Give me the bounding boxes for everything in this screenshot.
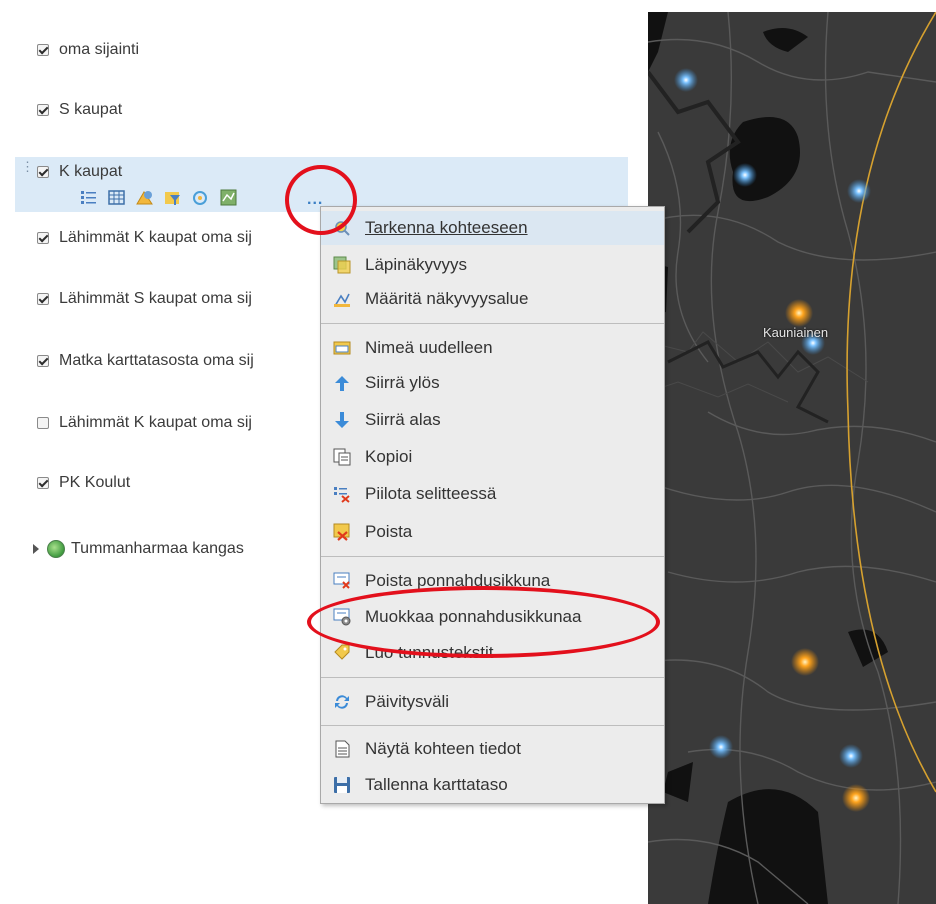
layer-item-oma-sijainti[interactable]: oma sijainti <box>37 41 139 59</box>
menu-item-visibility-range[interactable]: Määritä näkyvyysalue <box>321 282 664 316</box>
layer-visibility-checkbox[interactable] <box>37 44 49 56</box>
layer-item-pk-koulut[interactable]: PK Koulut <box>37 474 130 492</box>
menu-item-label: Päivitysväli <box>365 692 450 711</box>
menu-item-remove-popup[interactable]: Poista ponnahdusikkuna <box>321 564 664 598</box>
menu-item-label: Määritä näkyvyysalue <box>365 289 529 308</box>
table-icon[interactable] <box>108 189 125 206</box>
create-labels-icon <box>333 644 351 662</box>
arrow-up-icon <box>333 374 351 392</box>
menu-separator <box>321 323 664 324</box>
layer-visibility-checkbox[interactable] <box>37 104 49 116</box>
save-layer-icon <box>333 776 351 794</box>
map-notes-icon[interactable] <box>220 189 237 206</box>
layer-item-k-kaupat[interactable]: K kaupat <box>37 163 122 181</box>
basemap-label: Tummanharmaa kangas <box>71 540 244 557</box>
menu-item-copy[interactable]: Kopioi <box>321 440 664 474</box>
legend-icon[interactable] <box>80 189 97 206</box>
layer-item-matka-karttatasosta[interactable]: Matka karttatasosta oma sij <box>37 352 254 370</box>
menu-item-remove[interactable]: Poista <box>321 515 664 549</box>
globe-icon <box>47 540 65 558</box>
menu-item-label: Tarkenna kohteeseen <box>365 218 528 237</box>
drag-handle-icon[interactable]: ⋮ <box>21 160 34 173</box>
show-item-details-icon <box>333 740 351 758</box>
layer-label: Lähimmät K kaupat oma sij <box>59 229 252 246</box>
menu-item-label: Kopioi <box>365 447 413 466</box>
transparency-icon <box>333 256 351 274</box>
layer-visibility-checkbox[interactable] <box>37 293 49 305</box>
menu-item-label: Siirrä ylös <box>365 373 440 392</box>
menu-item-label: Läpinäkyvyys <box>365 255 468 274</box>
change-style-icon[interactable] <box>136 189 153 206</box>
layer-label: PK Koulut <box>59 474 131 491</box>
layer-visibility-checkbox[interactable] <box>37 417 49 429</box>
menu-separator <box>321 677 664 678</box>
menu-item-zoom-to[interactable]: Tarkenna kohteeseen <box>321 211 664 245</box>
menu-item-label: Poista ponnahdusikkuna <box>365 571 551 590</box>
menu-separator <box>321 725 664 726</box>
layer-item-lahimmat-s-kaupat[interactable]: Lähimmät S kaupat oma sij <box>37 290 252 308</box>
menu-item-transparency[interactable]: Läpinäkyvyys <box>321 248 664 282</box>
map-canvas <box>648 12 936 904</box>
remove-icon <box>333 523 351 541</box>
menu-item-label: Siirrä alas <box>365 410 441 429</box>
menu-item-label: Muokkaa ponnahdusikkunaa <box>365 607 582 626</box>
map-place-label: Kauniainen <box>763 325 829 340</box>
layer-item-lahimmat-k-kaupat[interactable]: Lähimmät K kaupat oma sij <box>37 229 252 247</box>
menu-item-configure-popup[interactable]: Muokkaa ponnahdusikkunaa <box>321 600 664 634</box>
menu-item-label: Poista <box>365 522 413 541</box>
layer-label: Lähimmät K kaupat oma sij <box>59 414 252 431</box>
rename-icon <box>333 339 351 357</box>
remove-popup-icon <box>333 572 351 590</box>
menu-item-move-down[interactable]: Siirrä alas <box>321 403 664 437</box>
layer-label: Matka karttatasosta oma sij <box>59 352 254 369</box>
arrow-down-icon <box>333 411 351 429</box>
layer-label: Lähimmät S kaupat oma sij <box>59 290 252 307</box>
expand-arrow-icon[interactable] <box>33 544 39 554</box>
menu-item-move-up[interactable]: Siirrä ylös <box>321 366 664 400</box>
layer-toolbar <box>80 189 237 206</box>
layer-context-menu: Tarkenna kohteeseen Läpinäkyvyys Määritä… <box>320 206 665 804</box>
menu-item-label: Näytä kohteen tiedot <box>365 739 521 758</box>
visibility-range-icon <box>333 290 351 308</box>
menu-item-show-item-details[interactable]: Näytä kohteen tiedot <box>321 732 664 766</box>
filter-icon[interactable] <box>164 189 181 206</box>
layer-visibility-checkbox[interactable] <box>37 477 49 489</box>
menu-item-label: Tallenna karttataso <box>365 775 508 794</box>
layer-visibility-checkbox[interactable] <box>37 232 49 244</box>
analysis-icon[interactable] <box>192 189 209 206</box>
menu-item-label: Piilota selitteessä <box>365 484 497 503</box>
layer-label: S kaupat <box>59 101 123 118</box>
copy-icon <box>333 448 351 466</box>
menu-item-label: Nimeä uudelleen <box>365 338 493 357</box>
layer-label: K kaupat <box>59 163 123 180</box>
menu-item-hide-in-legend[interactable]: Piilota selitteessä <box>321 477 664 511</box>
menu-item-create-labels[interactable]: Luo tunnustekstit <box>321 636 664 670</box>
zoom-to-icon <box>333 219 351 237</box>
menu-separator <box>321 556 664 557</box>
menu-item-rename[interactable]: Nimeä uudelleen <box>321 331 664 365</box>
layer-item-lahimmat-k-kaupat-2[interactable]: Lähimmät K kaupat oma sij <box>37 414 252 432</box>
menu-item-save-layer[interactable]: Tallenna karttataso <box>321 768 664 802</box>
basemap-item[interactable]: Tummanharmaa kangas <box>33 540 244 558</box>
layer-visibility-checkbox[interactable] <box>37 166 49 178</box>
hide-legend-icon <box>333 485 351 503</box>
menu-item-label: Luo tunnustekstit <box>365 643 494 662</box>
layer-label: oma sijainti <box>59 41 140 58</box>
menu-item-refresh-interval[interactable]: Päivitysväli <box>321 685 664 719</box>
layer-item-s-kaupat[interactable]: S kaupat <box>37 101 122 119</box>
configure-popup-icon <box>333 608 351 626</box>
refresh-interval-icon <box>333 693 351 711</box>
map-view[interactable]: Kauniainen <box>648 12 936 904</box>
layer-visibility-checkbox[interactable] <box>37 355 49 367</box>
